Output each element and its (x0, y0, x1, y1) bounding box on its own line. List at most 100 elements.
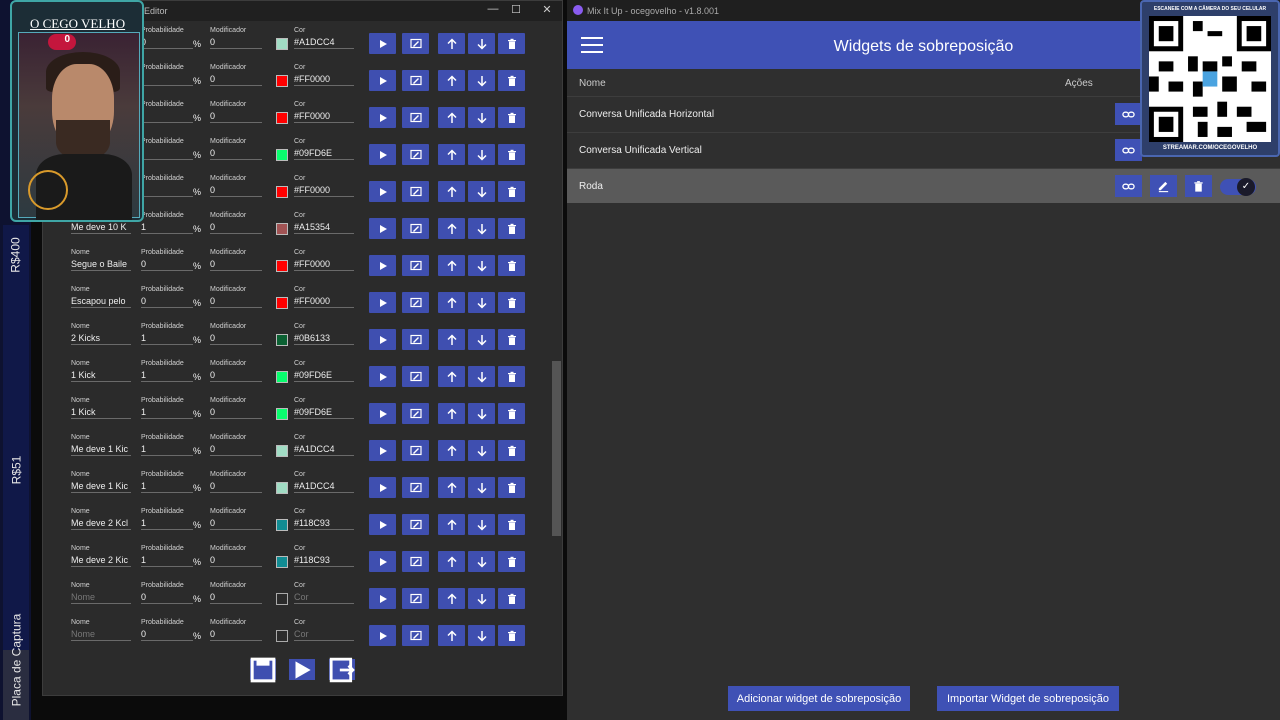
edit-command-button[interactable] (402, 292, 429, 313)
probability-input[interactable]: 1 (141, 480, 193, 493)
probability-input[interactable]: 1 (141, 517, 193, 530)
probability-field[interactable]: Probabilidade (141, 137, 193, 163)
move-up-button[interactable] (438, 107, 465, 128)
modifier-field[interactable]: Modificador 0 (210, 285, 262, 311)
delete-button[interactable] (498, 255, 525, 276)
color-swatch[interactable] (276, 408, 288, 420)
play-button[interactable] (369, 218, 396, 239)
color-field[interactable]: Cor #FF0000 (294, 63, 354, 89)
color-swatch[interactable] (276, 556, 288, 568)
link-button[interactable] (1115, 139, 1142, 161)
move-down-button[interactable] (468, 551, 495, 572)
maximize-button[interactable]: ☐ (506, 3, 526, 19)
color-field[interactable]: Cor #FF0000 (294, 174, 354, 200)
color-field[interactable]: Cor #0B6133 (294, 322, 354, 348)
move-down-button[interactable] (468, 477, 495, 498)
probability-field[interactable]: Probabilidade 1 (141, 211, 193, 237)
move-up-button[interactable] (438, 477, 465, 498)
edit-command-button[interactable] (402, 255, 429, 276)
color-field[interactable]: Cor #FF0000 (294, 285, 354, 311)
color-input[interactable]: #FF0000 (294, 295, 354, 308)
save-button[interactable] (250, 657, 276, 682)
export-button[interactable] (329, 657, 355, 682)
move-down-button[interactable] (468, 255, 495, 276)
probability-field[interactable]: Probabilidade (141, 100, 193, 126)
color-input[interactable]: #A1DCC4 (294, 36, 354, 49)
play-button[interactable] (369, 292, 396, 313)
name-input[interactable]: Nome (71, 628, 131, 641)
probability-field[interactable]: Probabilidade (141, 63, 193, 89)
move-up-button[interactable] (438, 440, 465, 461)
move-down-button[interactable] (468, 366, 495, 387)
move-up-button[interactable] (438, 625, 465, 646)
move-up-button[interactable] (438, 255, 465, 276)
name-input[interactable]: Nome (71, 591, 131, 604)
name-input[interactable]: 2 Kicks (71, 332, 131, 345)
edit-command-button[interactable] (402, 514, 429, 535)
color-field[interactable]: Cor #A1DCC4 (294, 433, 354, 459)
edit-command-button[interactable] (402, 403, 429, 424)
probability-input[interactable]: 0 (141, 295, 193, 308)
color-input[interactable]: #FF0000 (294, 73, 354, 86)
name-field[interactable]: Nome Nome (71, 618, 131, 644)
color-field[interactable]: Cor #A1DCC4 (294, 26, 354, 52)
probability-input[interactable]: 1 (141, 406, 193, 419)
color-input[interactable]: #A1DCC4 (294, 443, 354, 456)
name-input[interactable]: Escapou pelo (71, 295, 131, 308)
play-button[interactable] (369, 366, 396, 387)
move-down-button[interactable] (468, 218, 495, 239)
play-button[interactable] (369, 551, 396, 572)
edit-command-button[interactable] (402, 107, 429, 128)
move-down-button[interactable] (468, 181, 495, 202)
play-button[interactable] (289, 659, 315, 680)
modifier-input[interactable]: 0 (210, 73, 262, 86)
name-field[interactable]: Nome Segue o Baile (71, 248, 131, 274)
delete-button[interactable] (498, 181, 525, 202)
color-swatch[interactable] (276, 149, 288, 161)
color-swatch[interactable] (276, 297, 288, 309)
play-button[interactable] (369, 144, 396, 165)
color-field[interactable]: Cor #A1DCC4 (294, 470, 354, 496)
delete-button[interactable] (498, 144, 525, 165)
modifier-field[interactable]: Modificador 0 (210, 26, 262, 52)
color-input[interactable]: #A15354 (294, 221, 354, 234)
move-up-button[interactable] (438, 366, 465, 387)
play-button[interactable] (369, 477, 396, 498)
color-field[interactable]: Cor #09FD6E (294, 359, 354, 385)
delete-button[interactable] (498, 588, 525, 609)
edit-command-button[interactable] (402, 218, 429, 239)
modifier-input[interactable]: 0 (210, 591, 262, 604)
delete-button[interactable] (498, 403, 525, 424)
modifier-input[interactable]: 0 (210, 554, 262, 567)
color-field[interactable]: Cor #A15354 (294, 211, 354, 237)
probability-field[interactable]: Probabilidade (141, 174, 193, 200)
probability-field[interactable]: Probabilidade 0 (141, 285, 193, 311)
delete-button[interactable] (498, 366, 525, 387)
add-widget-button[interactable]: Adicionar widget de sobreposição (728, 686, 910, 711)
modifier-field[interactable]: Modificador 0 (210, 581, 262, 607)
name-input[interactable]: 1 Kick (71, 369, 131, 382)
color-input[interactable]: #FF0000 (294, 258, 354, 271)
close-button[interactable]: ✕ (537, 3, 557, 19)
name-input[interactable]: Me deve 1 Kic (71, 443, 131, 456)
modifier-input[interactable]: 0 (210, 480, 262, 493)
probability-field[interactable]: Probabilidade 1 (141, 544, 193, 570)
probability-input[interactable]: 0 (141, 628, 193, 641)
edit-command-button[interactable] (402, 366, 429, 387)
modifier-field[interactable]: Modificador 0 (210, 137, 262, 163)
delete-button[interactable] (498, 551, 525, 572)
probability-input[interactable] (141, 110, 193, 123)
name-field[interactable]: Nome 1 Kick (71, 396, 131, 422)
color-input[interactable]: #A1DCC4 (294, 480, 354, 493)
edit-command-button[interactable] (402, 181, 429, 202)
probability-field[interactable]: Probabilidade 1 (141, 322, 193, 348)
play-button[interactable] (369, 588, 396, 609)
play-button[interactable] (369, 181, 396, 202)
color-swatch[interactable] (276, 260, 288, 272)
edit-command-button[interactable] (402, 70, 429, 91)
name-field[interactable]: Nome Me deve 1 Kic (71, 470, 131, 496)
delete-button[interactable] (498, 33, 525, 54)
widget-row-selected[interactable]: Roda ✓ (567, 168, 1280, 203)
modifier-field[interactable]: Modificador 0 (210, 248, 262, 274)
probability-input[interactable]: 0 (141, 591, 193, 604)
